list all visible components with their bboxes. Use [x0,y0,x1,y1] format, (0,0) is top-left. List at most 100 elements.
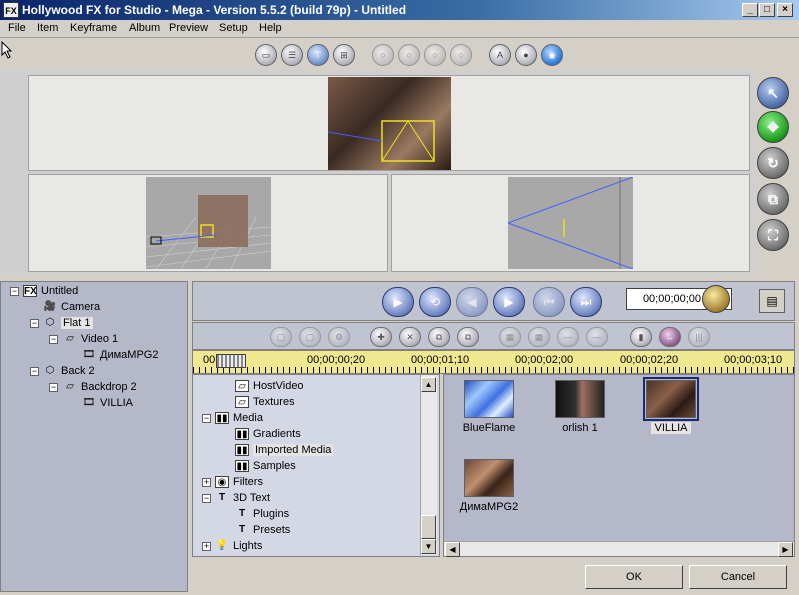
library-item-plugins[interactable]: T Plugins [235,506,289,522]
perspective-viewport[interactable] [28,174,388,272]
rotate-tool-icon[interactable]: ↻ [757,147,789,179]
tree-expander[interactable]: − [202,494,211,503]
scroll-down-icon[interactable]: ▼ [421,539,436,554]
tree-expander[interactable]: + [202,542,211,551]
tree-expander[interactable]: + [202,478,211,487]
library-scrollbar[interactable]: ▲ ▼ [420,375,437,555]
library-item-samples[interactable]: ▮▮ Samples [235,458,296,474]
add-keyframe-icon[interactable]: ✚ [370,327,392,347]
select-tool-icon[interactable]: ↖ [757,77,789,109]
step-back-button[interactable]: ◀ [456,287,488,317]
top-viewport[interactable] [391,174,750,272]
paste-icon[interactable]: ⧉ [457,327,479,347]
library-item-gradients[interactable]: ▮▮ Gradients [235,426,301,442]
tree-expander[interactable]: − [202,414,211,423]
jog-knob[interactable] [702,285,730,313]
four-view-icon[interactable]: ⊞ [333,44,355,66]
align-icon[interactable]: ▦ [499,327,521,347]
tree-expander[interactable]: − [30,319,39,328]
menu-setup[interactable]: Setup [219,22,248,34]
go-end-button[interactable]: ⏭ [570,287,602,317]
wireframe-icon[interactable]: A [489,44,511,66]
motion-path-icon[interactable]: ↔ [659,327,681,347]
library-item-imported-media[interactable]: ▮▮ Imported Media [235,442,334,458]
library-item-3d-text[interactable]: T 3D Text [215,490,270,506]
rotate-view-icon[interactable]: ○ [424,44,446,66]
library-item-presets[interactable]: T Presets [235,522,290,538]
tree-expander[interactable]: − [49,383,58,392]
settings-icon[interactable]: ⚙ [328,327,350,347]
tick-label: 00;00;02;00 [515,354,574,366]
library-item-filters[interactable]: ◉ Filters [215,474,263,490]
new-item-icon[interactable]: ▢ [270,327,292,347]
tree-item-backdrop-2[interactable]: ▱ Backdrop 2 [63,379,137,395]
preview-viewport[interactable] [28,75,750,171]
single-view-icon[interactable]: ▭ [255,44,277,66]
media-thumb-villia[interactable] [646,380,696,418]
plane-icon: ▱ [66,333,74,345]
menu-album[interactable]: Album [129,22,160,34]
ease-out-icon[interactable]: — [586,327,608,347]
timeline-scrubber[interactable] [216,354,246,368]
duplicate-icon[interactable]: ▢ [299,327,321,347]
render-icon[interactable]: ● [515,44,537,66]
album-icon[interactable]: ▤ [759,289,785,313]
scroll-thumb[interactable] [421,515,436,539]
tick-label: 00;00;03;10 [724,354,783,366]
media-thumb-blueflame[interactable] [464,380,514,418]
close-button[interactable]: × [777,3,793,17]
tree-expander[interactable]: − [30,367,39,376]
go-start-button[interactable]: ⏮ [533,287,565,317]
tree-item-flat-1[interactable]: ⬡ Flat 1 [43,315,93,331]
timeline-ruler[interactable]: 00 00;00;00;20 00;00;01;10 00;00;02;00 0… [192,350,796,374]
pan-icon[interactable]: ○ [398,44,420,66]
library-item-textures[interactable]: ▱ Textures [235,394,295,410]
three-view-icon[interactable]: ⊤ [307,44,329,66]
media-scrollbar[interactable]: ◀ ▶ [444,541,794,557]
maximize-button[interactable]: □ [759,3,775,17]
library-item-media[interactable]: ▮▮ Media [215,410,263,426]
menu-help[interactable]: Help [259,22,282,34]
cancel-button[interactable]: Cancel [689,565,787,589]
menu-file[interactable]: File [8,22,26,34]
tree-item-camera[interactable]: 🎥 Camera [43,299,100,315]
move-tool-icon[interactable]: ✥ [757,111,789,143]
menu-item[interactable]: Item [37,22,58,34]
timeline-icon[interactable]: ||| [688,327,710,347]
tree-root[interactable]: FX Untitled [23,283,78,299]
scroll-right-icon[interactable]: ▶ [778,542,793,557]
copy-icon[interactable]: ⧉ [428,327,450,347]
ok-button[interactable]: OK [585,565,683,589]
media-thumb-orlish[interactable] [555,380,605,418]
library-item-lights[interactable]: 💡 Lights [215,538,263,554]
tree-expander[interactable]: − [49,335,58,344]
menu-preview[interactable]: Preview [169,22,208,34]
zoom-icon[interactable]: ○ [372,44,394,66]
ease-in-icon[interactable]: — [557,327,579,347]
tree-expander[interactable]: − [10,287,19,296]
media-panel: BlueFlame orlish 1 VILLIA ДимаMPG2 [443,374,795,557]
edit-toolbar: ▢ ▢ ⚙ ✚ ✕ ⧉ ⧉ ▦ ▦ — — ▮ ↔ ||| [192,322,795,350]
menu-keyframe[interactable]: Keyframe [70,22,117,34]
scroll-up-icon[interactable]: ▲ [421,377,436,392]
play-button[interactable]: ▶ [382,287,414,317]
tree-item-video-1[interactable]: ▱ Video 1 [63,331,118,347]
two-view-icon[interactable]: ☰ [281,44,303,66]
delete-icon[interactable]: ✕ [399,327,421,347]
scale-tool-icon[interactable]: ⧉ [757,183,789,215]
scroll-left-icon[interactable]: ◀ [445,542,460,557]
tree-item-villia[interactable]: 🎞 VILLIA [82,395,133,411]
quality-icon[interactable]: ◉ [541,44,563,66]
library-item-hostvideo[interactable]: ▱ HostVideo [235,378,304,394]
fit-view-icon[interactable]: ○ [450,44,472,66]
step-forward-button[interactable]: ▶ [493,287,525,317]
link-icon[interactable]: ▮ [630,327,652,347]
tree-item-media[interactable]: 🎞 ДимаMPG2 [82,347,159,363]
distribute-icon[interactable]: ▦ [528,327,550,347]
fullscreen-tool-icon[interactable]: ⛶ [757,219,789,251]
tree-item-back-2[interactable]: ⬡ Back 2 [43,363,95,379]
minimize-button[interactable]: _ [742,3,758,17]
tick-label: 00;00;02;20 [620,354,679,366]
loop-button[interactable]: ⟲ [419,287,451,317]
media-thumb-dimampg2[interactable] [464,459,514,497]
